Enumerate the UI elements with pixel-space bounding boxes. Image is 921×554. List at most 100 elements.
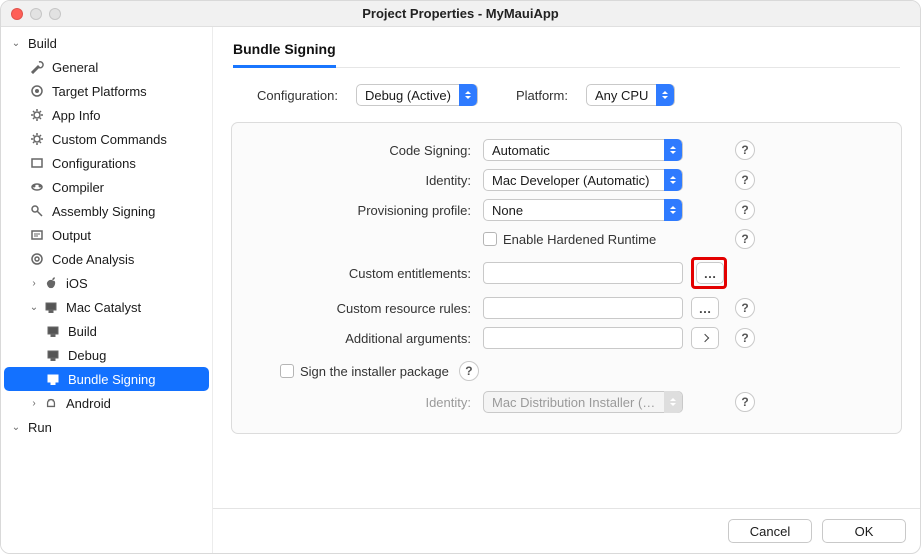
sidebar-item-label: Assembly Signing [48, 204, 155, 219]
ok-button[interactable]: OK [822, 519, 906, 543]
configuration-label: Configuration: [257, 88, 338, 103]
titlebar: Project Properties - MyMauiApp [1, 1, 920, 27]
sign-installer-checkbox[interactable]: Sign the installer package [280, 364, 449, 379]
sidebar-item-mac-catalyst[interactable]: ⌄ Mac Catalyst [4, 295, 209, 319]
config-platform-row: Configuration: Debug (Active) Platform: … [213, 68, 920, 116]
sidebar-item-label: Build [64, 324, 97, 339]
sidebar-item-custom-commands[interactable]: Custom Commands [4, 127, 209, 151]
close-window-icon[interactable] [11, 8, 23, 20]
sidebar-item-mac-debug[interactable]: Debug [4, 343, 209, 367]
sidebar-item-general[interactable]: General [4, 55, 209, 79]
window-controls [1, 8, 61, 20]
installer-identity-value: Mac Distribution Installer (… [484, 395, 663, 410]
identity-label: Identity: [250, 173, 475, 188]
help-button[interactable]: ? [735, 229, 755, 249]
custom-entitlements-input[interactable] [483, 262, 683, 284]
help-button[interactable]: ? [735, 298, 755, 318]
highlight-box [691, 257, 727, 289]
sidebar-item-code-analysis[interactable]: Code Analysis [4, 247, 209, 271]
platform-label: Platform: [516, 88, 568, 103]
window-title: Project Properties - MyMauiApp [1, 6, 920, 21]
chevron-down-icon: ⌄ [28, 302, 40, 313]
sidebar-item-android[interactable]: › Android [4, 391, 209, 415]
chevron-down-icon: ⌄ [10, 38, 22, 49]
select-stepper-icon [664, 169, 682, 191]
additional-arguments-input[interactable] [483, 327, 683, 349]
gear-icon [28, 106, 46, 124]
sidebar-item-configurations[interactable]: Configurations [4, 151, 209, 175]
minimize-window-icon[interactable] [30, 8, 42, 20]
sidebar-item-ios[interactable]: › iOS [4, 271, 209, 295]
sidebar-item-label: Mac Catalyst [62, 300, 141, 315]
sidebar-item-mac-bundle-signing[interactable]: Bundle Signing [4, 367, 209, 391]
sidebar-item-mac-build[interactable]: Build [4, 319, 209, 343]
target-icon [28, 82, 46, 100]
hardened-runtime-checkbox[interactable]: Enable Hardened Runtime [483, 232, 683, 247]
provisioning-value: None [484, 203, 531, 218]
sidebar: ⌄ Build General Target Platforms App Inf… [1, 27, 213, 553]
sidebar-item-label: Debug [64, 348, 106, 363]
sidebar-item-target-platforms[interactable]: Target Platforms [4, 79, 209, 103]
help-button[interactable]: ? [735, 200, 755, 220]
sidebar-group-run[interactable]: ⌄ Run [4, 415, 209, 439]
sidebar-item-label: App Info [48, 108, 100, 123]
browse-entitlements-button[interactable] [696, 262, 724, 284]
code-signing-label: Code Signing: [250, 143, 475, 158]
custom-resource-rules-input[interactable] [483, 297, 683, 319]
provisioning-select[interactable]: None [483, 199, 683, 221]
provisioning-label: Provisioning profile: [250, 203, 475, 218]
select-stepper-icon [664, 139, 682, 161]
sidebar-item-label: Output [48, 228, 91, 243]
chevron-right-icon: › [28, 398, 40, 409]
desktop-icon [44, 370, 62, 388]
browse-resource-rules-button[interactable] [691, 297, 719, 319]
sidebar-item-output[interactable]: Output [4, 223, 209, 247]
analysis-icon [28, 250, 46, 268]
custom-resource-rules-label: Custom resource rules: [250, 301, 475, 316]
select-stepper-icon [664, 199, 682, 221]
help-button[interactable]: ? [735, 392, 755, 412]
identity-select[interactable]: Mac Developer (Automatic) [483, 169, 683, 191]
help-button[interactable]: ? [459, 361, 479, 381]
sidebar-item-label: General [48, 60, 98, 75]
expand-arguments-button[interactable] [691, 327, 719, 349]
chevron-right-icon: › [28, 278, 40, 289]
window-icon [28, 154, 46, 172]
configuration-value: Debug (Active) [357, 88, 459, 103]
apple-icon [42, 274, 60, 292]
platform-value: Any CPU [587, 88, 656, 103]
select-stepper-icon [656, 84, 674, 106]
installer-identity-label: Identity: [250, 395, 475, 410]
sidebar-item-assembly-signing[interactable]: Assembly Signing [4, 199, 209, 223]
platform-select[interactable]: Any CPU [586, 84, 675, 106]
desktop-icon [42, 298, 60, 316]
signing-panel: Code Signing: Automatic ? Identity: Mac … [231, 122, 902, 434]
section-tabs: Bundle Signing [213, 27, 920, 68]
sidebar-item-app-info[interactable]: App Info [4, 103, 209, 127]
sidebar-item-compiler[interactable]: Compiler [4, 175, 209, 199]
checkbox-icon [280, 364, 294, 378]
sidebar-item-label: Bundle Signing [64, 372, 155, 387]
select-stepper-icon [664, 391, 682, 413]
installer-identity-select: Mac Distribution Installer (… [483, 391, 683, 413]
help-button[interactable]: ? [735, 328, 755, 348]
sidebar-group-label: Run [24, 420, 52, 435]
sidebar-item-label: iOS [62, 276, 88, 291]
zoom-window-icon[interactable] [49, 8, 61, 20]
configuration-select[interactable]: Debug (Active) [356, 84, 478, 106]
custom-entitlements-label: Custom entitlements: [250, 266, 475, 281]
sidebar-item-label: Custom Commands [48, 132, 167, 147]
output-icon [28, 226, 46, 244]
wrench-icon [28, 58, 46, 76]
tab-bundle-signing[interactable]: Bundle Signing [233, 41, 336, 68]
cancel-button[interactable]: Cancel [728, 519, 812, 543]
checkbox-icon [483, 232, 497, 246]
help-button[interactable]: ? [735, 170, 755, 190]
main-panel: Bundle Signing Configuration: Debug (Act… [213, 27, 920, 553]
code-signing-select[interactable]: Automatic [483, 139, 683, 161]
android-icon [42, 394, 60, 412]
sidebar-group-build[interactable]: ⌄ Build [4, 31, 209, 55]
help-button[interactable]: ? [735, 140, 755, 160]
compiler-icon [28, 178, 46, 196]
key-icon [28, 202, 46, 220]
